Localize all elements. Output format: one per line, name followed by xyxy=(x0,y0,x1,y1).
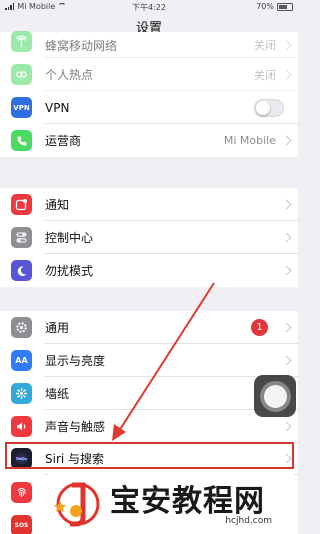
settings-screen: Mi Mobile 下午4:22 70% 设置 蜂窝移动网络 关闭 个人热点 关… xyxy=(0,0,298,534)
watermark-url: hcjhd.com xyxy=(225,516,272,526)
assistive-touch-ring xyxy=(259,380,291,412)
watermark: 宝安教程网 hcjhd.com xyxy=(48,472,294,534)
watermark-logo xyxy=(54,482,100,527)
watermark-title: 宝安教程网 xyxy=(110,484,265,519)
assistive-touch-dot xyxy=(263,384,287,408)
annotation-arrow xyxy=(112,282,215,441)
assistive-touch-button[interactable] xyxy=(254,375,296,417)
